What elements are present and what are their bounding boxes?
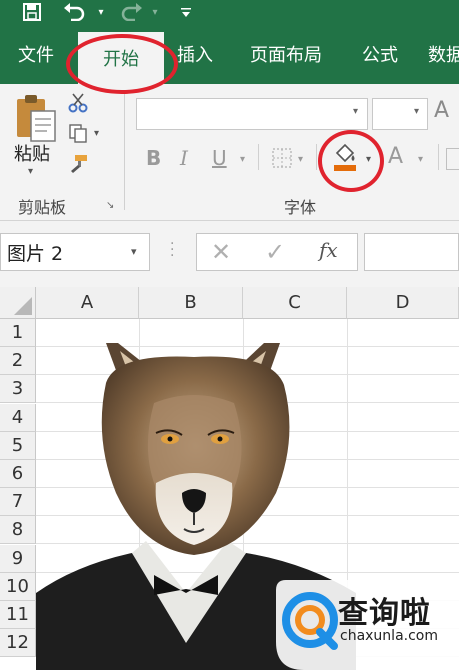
row-header-1[interactable]: 1 [0, 319, 36, 347]
cancel-icon[interactable]: ✕ [211, 238, 231, 266]
row-header-11[interactable]: 11 [0, 601, 36, 629]
paste-dropdown-icon[interactable]: ▾ [28, 166, 33, 177]
paste-icon[interactable] [12, 92, 58, 144]
fill-color-icon[interactable] [330, 142, 360, 174]
enter-icon[interactable]: ✓ [265, 238, 285, 266]
font-size-select[interactable] [372, 98, 428, 130]
divider [438, 144, 439, 170]
watermark: 查询啦 chaxunla.com [276, 580, 459, 670]
group-separator [124, 92, 125, 210]
row-header-4[interactable]: 4 [0, 403, 36, 432]
copy-dropdown-icon[interactable]: ▾ [94, 128, 99, 139]
copy-icon[interactable] [66, 122, 90, 144]
ribbon-home: 粘贴 ▾ ▾ 剪贴板 ↘ ▾ ▾ A B I U ▾ ▾ ▾ A ▾ 字体 [0, 84, 459, 221]
undo-icon[interactable] [60, 0, 90, 24]
select-all-button[interactable] [0, 287, 36, 319]
formula-input[interactable] [364, 233, 459, 271]
formula-bar: 图片 2 ▾ · · · ✕ ✓ fx [0, 221, 459, 283]
italic-button[interactable]: I [180, 146, 188, 170]
font-group-label: 字体 [284, 198, 317, 217]
tab-data[interactable]: 数据 [428, 24, 459, 84]
font-size-dropdown-icon[interactable]: ▾ [414, 106, 419, 117]
bold-button[interactable]: B [146, 146, 161, 170]
name-box-dropdown-icon[interactable]: ▾ [131, 245, 137, 258]
tab-insert[interactable]: 插入 [168, 24, 222, 84]
font-color-button[interactable]: A [388, 144, 403, 169]
row-header-3[interactable]: 3 [0, 375, 36, 404]
borders-icon[interactable] [270, 146, 294, 170]
format-painter-icon[interactable] [66, 152, 90, 174]
clipboard-launcher-icon[interactable]: ↘ [106, 200, 114, 211]
row-header-7[interactable]: 7 [0, 488, 36, 517]
paste-label[interactable]: 粘贴 [14, 140, 50, 166]
insert-function-button[interactable]: fx [319, 238, 338, 262]
formula-buttons: ✕ ✓ fx [196, 233, 358, 271]
formula-bar-grip[interactable]: · · · [170, 237, 174, 263]
quick-access-toolbar: ▾ ▾ [0, 0, 459, 24]
tab-file[interactable]: 文件 [8, 24, 64, 84]
row-header-6[interactable]: 6 [0, 460, 36, 488]
font-name-dropdown-icon[interactable]: ▾ [353, 106, 358, 117]
font-name-select[interactable] [136, 98, 368, 130]
column-header-d[interactable]: D [347, 287, 459, 319]
column-header-c[interactable]: C [243, 287, 347, 319]
phonetic-icon[interactable] [446, 148, 459, 170]
row-header-8[interactable]: 8 [0, 516, 36, 545]
column-header-a[interactable]: A [36, 287, 139, 319]
redo-icon[interactable] [116, 0, 146, 24]
redo-dropdown-icon[interactable]: ▾ [148, 0, 162, 24]
name-box[interactable]: 图片 2 [0, 233, 150, 271]
row-header-5[interactable]: 5 [0, 431, 36, 460]
grow-font-icon[interactable]: A [434, 98, 449, 123]
fill-color-dropdown-icon[interactable]: ▾ [366, 154, 371, 165]
row-header-2[interactable]: 2 [0, 347, 36, 376]
customize-toolbar-icon[interactable] [178, 0, 194, 24]
watermark-url: chaxunla.com [340, 628, 438, 644]
underline-dropdown-icon[interactable]: ▾ [240, 154, 245, 165]
undo-dropdown-icon[interactable]: ▾ [94, 0, 108, 24]
borders-dropdown-icon[interactable]: ▾ [298, 154, 303, 165]
save-icon[interactable] [18, 0, 46, 24]
tab-formulas[interactable]: 公式 [352, 24, 408, 84]
row-header-9[interactable]: 9 [0, 544, 36, 573]
ribbon-tab-bar: 文件 开始 插入 页面布局 公式 数据 [0, 24, 459, 84]
tab-home[interactable]: 开始 [78, 32, 164, 84]
divider [258, 144, 259, 170]
tab-page-layout[interactable]: 页面布局 [244, 24, 328, 84]
row-header-12[interactable]: 12 [0, 629, 36, 658]
cut-icon[interactable] [66, 92, 90, 114]
name-box-value: 图片 2 [7, 242, 64, 265]
divider [316, 144, 317, 170]
watermark-title: 查询啦 [338, 596, 431, 631]
clipboard-group-label: 剪贴板 [18, 198, 67, 217]
column-header-b[interactable]: B [139, 287, 243, 319]
row-header-10[interactable]: 10 [0, 572, 36, 601]
underline-button[interactable]: U [212, 146, 227, 170]
font-color-dropdown-icon[interactable]: ▾ [418, 154, 423, 165]
